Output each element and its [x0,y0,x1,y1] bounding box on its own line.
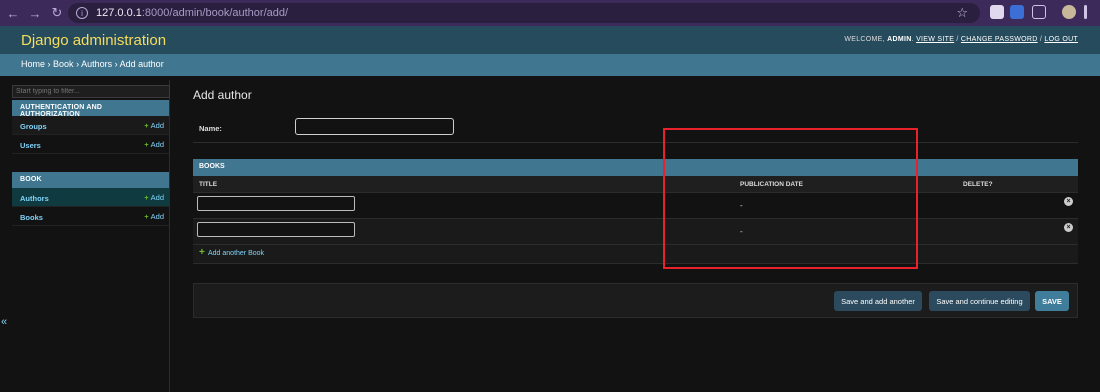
site-branding[interactable]: Django administration [21,32,166,49]
add-authors-link[interactable]: + Add [144,193,164,202]
name-field-row: Name: [193,117,1078,143]
app-module-auth: AUTHENTICATION AND AUTHORIZATION Groups … [12,100,169,154]
save-and-add-another-button[interactable]: Save and add another [834,291,922,311]
add-icon: + [199,247,205,258]
name-label: Name: [199,124,222,133]
breadcrumb-book[interactable]: Book [53,59,74,69]
inline-table-header: TITLE PUBLICATION DATE DELETE? [193,176,1078,193]
sidebar-item-groups: Groups + Add [12,116,169,135]
url-host: 127.0.0.1 [96,7,142,19]
browser-menu-icon[interactable] [1084,5,1087,19]
add-icon: + [144,121,149,130]
sidebar-filter-input[interactable] [12,85,170,98]
reload-icon[interactable]: ↻ [48,4,66,22]
add-label: Add [150,121,164,130]
forward-icon[interactable]: → [26,4,44,22]
extension-icon[interactable] [990,5,1004,19]
separator: / [1039,36,1043,43]
add-icon: + [144,140,149,149]
delete-row-icon[interactable]: × [1064,223,1073,232]
sidebar-item-label[interactable]: Groups [20,122,47,131]
inline-caption: BOOKS [193,159,1078,176]
add-another-book-row[interactable]: + Add another Book [193,245,1078,264]
view-site-link[interactable]: VIEW SITE [916,36,954,43]
separator: / [956,36,959,43]
add-icon: + [144,193,149,202]
name-field[interactable] [295,118,454,135]
module-caption[interactable]: AUTHENTICATION AND AUTHORIZATION [12,100,169,118]
app-module-book: BOOK Authors + Add Books + Add [12,172,169,226]
sidebar-item-books: Books + Add [12,207,169,226]
add-another-book-link[interactable]: Add another Book [208,250,264,257]
delete-row-icon[interactable]: × [1064,197,1073,206]
sidebar-item-users: Users + Add [12,135,169,154]
breadcrumb: Home › Book › Authors › Add author [0,54,1100,76]
welcome-text: WELCOME, [844,36,885,43]
nav-sidebar: AUTHENTICATION AND AUTHORIZATION Groups … [12,80,170,392]
log-out-link[interactable]: LOG OUT [1044,36,1078,43]
add-label: Add [150,140,164,149]
extension-icon[interactable] [1010,5,1024,19]
main-content: Add author Name: BOOKS TITLE PUBLICATION… [193,80,1078,318]
username: ADMIN [887,36,912,43]
breadcrumb-authors[interactable]: Authors [81,59,112,69]
add-users-link[interactable]: + Add [144,140,164,149]
profile-avatar[interactable] [1062,5,1076,19]
book-title-input[interactable] [197,222,355,237]
user-tools: WELCOME, ADMIN. VIEW SITE / CHANGE PASSW… [844,36,1078,43]
add-icon: + [144,212,149,221]
breadcrumb-separator: › [47,59,51,69]
bookmark-star-icon[interactable]: ☆ [956,5,968,21]
column-header-delete: DELETE? [963,181,993,188]
add-books-link[interactable]: + Add [144,212,164,221]
add-groups-link[interactable]: + Add [144,121,164,130]
breadcrumb-separator: › [114,59,118,69]
column-header-title: TITLE [199,181,218,188]
save-and-continue-button[interactable]: Save and continue editing [929,291,1030,311]
browser-toolbar: ← → ↻ i 127.0.0.1:8000/admin/book/author… [0,0,1100,26]
change-password-link[interactable]: CHANGE PASSWORD [961,36,1038,43]
extensions-puzzle-icon[interactable] [1032,5,1046,19]
breadcrumb-separator: › [76,59,80,69]
module-caption[interactable]: BOOK [12,172,169,188]
table-row: - × [193,219,1078,245]
url-path: :8000/admin/book/author/add/ [141,7,289,19]
save-button[interactable]: SAVE [1035,291,1069,311]
book-title-input[interactable] [197,196,355,211]
books-inline-group: BOOKS TITLE PUBLICATION DATE DELETE? - ×… [193,159,1078,264]
sidebar-item-label[interactable]: Books [20,213,43,222]
annotation-highlight-box [663,128,918,269]
page-title: Add author [193,88,252,102]
breadcrumb-current: Add author [119,59,164,69]
toggle-sidebar-icon[interactable]: « [1,316,7,328]
add-label: Add [150,193,164,202]
admin-header: Django administration WELCOME, ADMIN. VI… [0,26,1100,54]
back-icon[interactable]: ← [4,4,22,22]
site-info-icon[interactable]: i [76,7,88,19]
add-label: Add [150,212,164,221]
sidebar-item-label[interactable]: Authors [20,194,49,203]
submit-row: Save and add another Save and continue e… [193,283,1078,318]
table-row: - × [193,193,1078,219]
breadcrumb-home[interactable]: Home [21,59,45,69]
sidebar-item-label[interactable]: Users [20,141,41,150]
sidebar-item-authors: Authors + Add [12,188,169,207]
address-bar[interactable]: i 127.0.0.1:8000/admin/book/author/add/ … [68,3,980,23]
